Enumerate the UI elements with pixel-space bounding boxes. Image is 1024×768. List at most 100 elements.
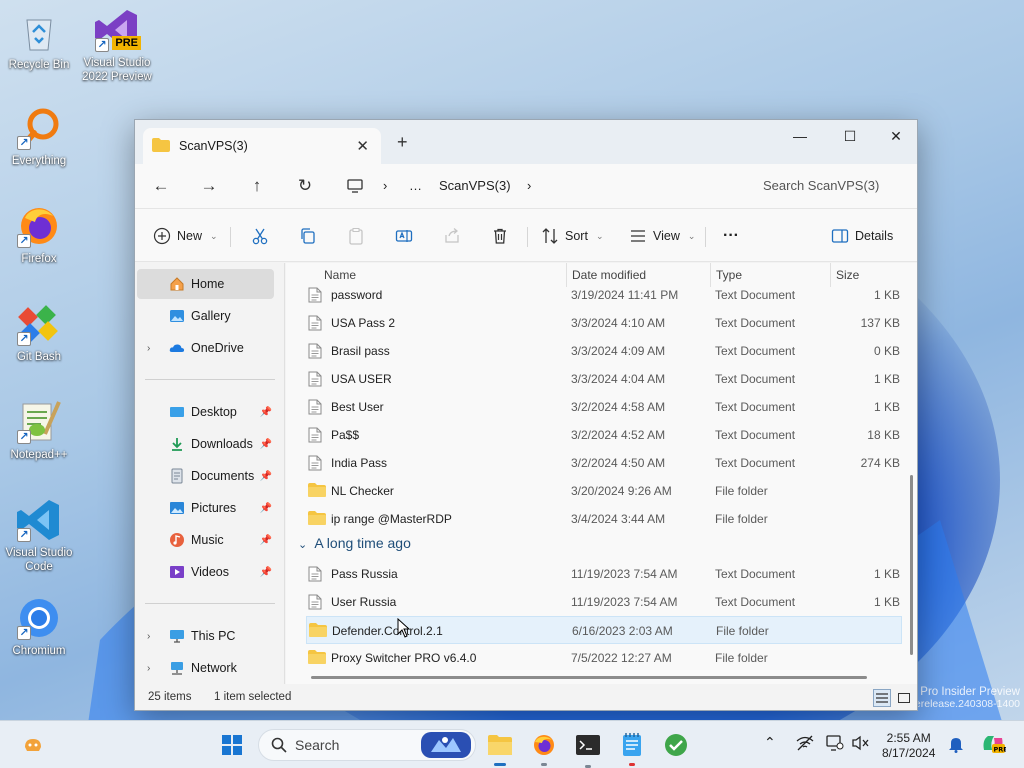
file-row[interactable]: USA USER 3/3/2024 4:04 AM Text Document 1 K… xyxy=(306,365,902,393)
column-header-type[interactable]: Type xyxy=(716,268,742,282)
file-row[interactable]: Pa$$ 3/2/2024 4:52 AM Text Document 18 KB xyxy=(306,421,902,449)
share-button[interactable] xyxy=(443,223,461,249)
this-pc-crumb-icon[interactable] xyxy=(343,174,367,198)
text-document-icon xyxy=(308,427,322,446)
maximize-button[interactable]: ☐ xyxy=(827,120,873,152)
folder-row[interactable]: Defender.Control.2.1 6/16/2023 2:03 AM Fil… xyxy=(306,616,902,644)
navigation-pane: Home Gallery › OneDrive Desktop 📌 Downlo… xyxy=(135,263,285,684)
new-button[interactable]: New ⌄ xyxy=(153,223,218,249)
sort-icon xyxy=(542,228,558,244)
forward-icon[interactable]: → xyxy=(197,174,221,198)
folder-row[interactable]: ip range @MasterRDP 3/4/2024 3:44 AM File … xyxy=(306,505,902,533)
vertical-scrollbar[interactable] xyxy=(910,475,913,655)
show-hidden-icons-chevron-up-icon[interactable]: ⌃ xyxy=(764,735,776,750)
file-type: Text Document xyxy=(715,372,796,386)
breadcrumb-overflow[interactable]: … xyxy=(409,178,422,193)
desktop-icon-notepad-plus-plus[interactable]: ↗ Notepad++ xyxy=(0,398,78,462)
delete-button[interactable] xyxy=(491,223,509,249)
copilot-icon[interactable]: PRE xyxy=(980,732,1008,760)
refresh-icon[interactable]: ↻ xyxy=(293,174,317,198)
close-button[interactable]: ✕ xyxy=(873,120,919,152)
sidebar-item-downloads[interactable]: Downloads 📌 xyxy=(137,429,274,459)
search-input[interactable]: Search ScanVPS(3) xyxy=(745,170,915,202)
pin-icon[interactable]: 📌 xyxy=(260,503,272,514)
folder-row[interactable]: NL Checker 3/20/2024 9:26 AM File folder xyxy=(306,477,902,505)
file-row[interactable]: Brasil pass 3/3/2024 4:09 AM Text Document… xyxy=(306,337,902,365)
desktop-icon-recycle-bin[interactable]: Recycle Bin xyxy=(0,8,78,72)
folder-row[interactable]: Proxy Switcher PRO v6.4.0 7/5/2022 12:27 … xyxy=(306,644,902,672)
file-row[interactable]: Best User 3/2/2024 4:58 AM Text Document 1 … xyxy=(306,393,902,421)
details-pane-icon xyxy=(831,229,849,243)
sidebar-item-pictures[interactable]: Pictures 📌 xyxy=(137,493,274,523)
pin-icon[interactable]: 📌 xyxy=(260,535,272,546)
desktop-icon-git-bash[interactable]: ↗ Git Bash xyxy=(0,300,78,364)
desktop-icon-visual-studio-preview[interactable]: PRE ↗ Visual Studio 2022 Preview xyxy=(78,6,156,84)
sidebar-item-gallery[interactable]: Gallery xyxy=(137,301,274,331)
sidebar-item-this-pc[interactable]: › This PC xyxy=(137,621,274,651)
widgets-icon[interactable] xyxy=(20,733,46,757)
group-header-a-long-time-ago[interactable]: ⌄ A long time ago xyxy=(298,535,411,551)
column-header-date[interactable]: Date modified xyxy=(572,268,646,282)
monitor-sync-icon[interactable] xyxy=(826,735,844,755)
sidebar-item-home[interactable]: Home xyxy=(137,269,274,299)
pin-icon[interactable]: 📌 xyxy=(260,407,272,418)
desktop-icon-vscode[interactable]: ↗ Visual Studio Code xyxy=(0,496,78,574)
pin-icon[interactable]: 📌 xyxy=(260,567,272,578)
rename-button[interactable] xyxy=(395,223,413,249)
new-tab-icon[interactable]: + xyxy=(397,132,408,153)
tiles-view-icon[interactable] xyxy=(895,689,913,707)
music-icon xyxy=(169,532,185,548)
column-header-size[interactable]: Size xyxy=(836,268,859,282)
pin-icon[interactable]: 📌 xyxy=(260,471,272,482)
desktop-icon-firefox[interactable]: ↗ Firefox xyxy=(0,202,78,266)
chevron-right-icon[interactable]: › xyxy=(147,663,150,674)
sidebar-item-music[interactable]: Music 📌 xyxy=(137,525,274,555)
column-header-name[interactable]: Name xyxy=(324,268,356,282)
clock[interactable]: 2:55 AM 8/17/2024 xyxy=(882,731,935,761)
breadcrumb-separator-icon: › xyxy=(527,178,532,193)
file-row[interactable]: password 3/19/2024 11:41 PM Text Document 1… xyxy=(306,281,902,309)
close-tab-icon[interactable]: ✕ xyxy=(356,137,369,155)
speaker-muted-icon[interactable] xyxy=(852,735,870,755)
network-disconnected-icon[interactable] xyxy=(796,735,814,755)
toolbar-divider xyxy=(705,227,706,247)
desktop-icon-chromium[interactable]: ↗ Chromium xyxy=(0,594,78,658)
chevron-right-icon[interactable]: › xyxy=(147,631,150,642)
tab-scanvps[interactable]: ScanVPS(3) ✕ xyxy=(143,128,381,164)
sidebar-item-onedrive[interactable]: › OneDrive xyxy=(137,333,274,363)
file-explorer-icon[interactable] xyxy=(488,733,512,766)
sidebar-item-documents[interactable]: Documents 📌 xyxy=(137,461,274,491)
sidebar-item-videos[interactable]: Videos 📌 xyxy=(137,557,274,587)
up-icon[interactable]: ↑ xyxy=(245,174,269,198)
sidebar-item-network[interactable]: › Network xyxy=(137,653,274,683)
view-button[interactable]: View ⌄ xyxy=(629,223,695,249)
paste-button[interactable] xyxy=(347,223,365,249)
cut-button[interactable] xyxy=(251,223,269,249)
details-pane-button[interactable]: Details xyxy=(831,223,893,249)
more-options-button[interactable]: ··· xyxy=(723,223,739,249)
file-row[interactable]: User Russia 11/19/2023 7:54 AM Text Docume… xyxy=(306,588,902,616)
toolbar-divider xyxy=(527,227,528,247)
breadcrumb-current-folder[interactable]: ScanVPS(3) xyxy=(439,178,511,193)
details-view-icon[interactable] xyxy=(873,689,891,707)
horizontal-scrollbar[interactable] xyxy=(311,676,867,679)
chevron-right-icon[interactable]: › xyxy=(147,343,150,354)
notification-bell-icon[interactable] xyxy=(948,735,964,757)
desktop-icon-label: Firefox xyxy=(21,253,57,265)
terminal-icon[interactable] xyxy=(576,733,600,768)
file-row[interactable]: USA Pass 2 3/3/2024 4:10 AM Text Document 1… xyxy=(306,309,902,337)
pin-icon[interactable]: 📌 xyxy=(260,439,272,450)
minimize-button[interactable]: — xyxy=(777,120,823,152)
copy-button[interactable] xyxy=(299,223,317,249)
taskbar-search-box[interactable]: Search xyxy=(258,729,476,761)
file-row[interactable]: Pass Russia 11/19/2023 7:54 AM Text Docume… xyxy=(306,560,902,588)
sidebar-item-desktop[interactable]: Desktop 📌 xyxy=(137,397,274,427)
notepad-icon[interactable] xyxy=(620,733,644,766)
back-icon[interactable]: ← xyxy=(149,174,173,198)
checkmark-app-icon[interactable] xyxy=(664,733,688,757)
firefox-taskbar-icon[interactable] xyxy=(532,733,556,766)
start-icon[interactable] xyxy=(220,733,244,757)
sort-button[interactable]: Sort ⌄ xyxy=(541,223,603,249)
desktop-icon-everything[interactable]: ↗ Everything xyxy=(0,104,78,168)
file-row[interactable]: India Pass 3/2/2024 4:50 AM Text Document 2… xyxy=(306,449,902,477)
